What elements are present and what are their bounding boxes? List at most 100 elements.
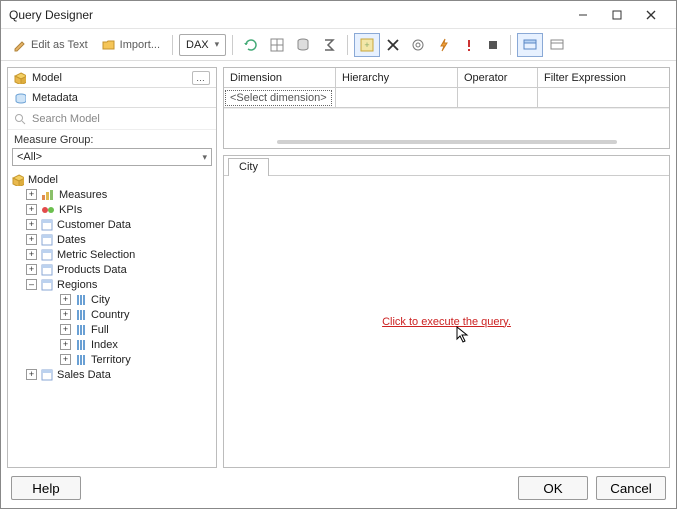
expand-icon[interactable]: + [26, 189, 37, 200]
execute-query-link[interactable]: Click to execute the query. [382, 316, 511, 328]
expand-icon[interactable]: + [26, 219, 37, 230]
tree-node-metric-selection[interactable]: + Metric Selection [8, 247, 216, 262]
filter-grid-row: <Select dimension> [224, 88, 669, 108]
at-icon [410, 37, 426, 53]
expand-icon[interactable]: + [60, 339, 71, 350]
refresh-fields-button[interactable] [239, 33, 263, 57]
tree-label: Country [91, 309, 130, 321]
column-icon [75, 309, 87, 321]
prepare-query-button[interactable] [432, 33, 456, 57]
search-model-input[interactable]: Search Model [8, 108, 216, 130]
measure-group-select[interactable]: <All> ▾ [12, 148, 212, 166]
filter-grid: Dimension Hierarchy Operator Filter Expr… [223, 67, 670, 149]
results-body: Click to execute the query. [224, 176, 669, 467]
tab-model[interactable]: Model … [8, 68, 216, 88]
expand-icon[interactable]: + [60, 354, 71, 365]
query-parameters-button[interactable] [406, 33, 430, 57]
svg-text:+: + [365, 40, 370, 50]
col-dimension[interactable]: Dimension [224, 68, 336, 88]
filter-hierarchy-cell[interactable] [336, 88, 458, 108]
query-designer-window: Query Designer Edit as Text Import... DA… [0, 0, 677, 509]
expand-icon[interactable]: + [26, 249, 37, 260]
maximize-icon [612, 10, 622, 20]
database-icon [295, 37, 311, 53]
delete-button[interactable] [382, 33, 404, 57]
tree-node-country[interactable]: + Country [8, 307, 216, 322]
toggle-empty-cells-button[interactable] [265, 33, 289, 57]
filter-grid-scrollbar[interactable] [224, 136, 669, 148]
tree-label: Measures [59, 189, 107, 201]
table-icon [41, 219, 53, 231]
search-placeholder: Search Model [32, 113, 100, 125]
tree-label: Dates [57, 234, 86, 246]
minimize-button[interactable] [566, 4, 600, 26]
tree-node-index[interactable]: + Index [8, 337, 216, 352]
pencil-icon [13, 38, 27, 52]
cursor-icon [455, 326, 471, 344]
tree-label: City [91, 294, 110, 306]
filter-dimension-cell[interactable]: <Select dimension> [224, 88, 336, 108]
folder-open-icon [102, 38, 116, 52]
tree-node-sales-data[interactable]: + Sales Data [8, 367, 216, 382]
minimize-icon [578, 10, 588, 20]
results-tab-city[interactable]: City [228, 158, 269, 176]
table-icon [41, 264, 53, 276]
cancel-button[interactable]: Cancel [596, 476, 666, 500]
filter-grid-empty [224, 108, 669, 136]
tree-node-territory[interactable]: + Territory [8, 352, 216, 367]
edit-as-text-button[interactable]: Edit as Text [7, 33, 94, 57]
expand-icon[interactable]: + [60, 309, 71, 320]
expand-icon[interactable]: + [60, 324, 71, 335]
table-icon [41, 234, 53, 246]
edit-as-text-label: Edit as Text [31, 39, 88, 51]
tree-node-full[interactable]: + Full [8, 322, 216, 337]
design-mode-button[interactable] [517, 33, 543, 57]
filter-expression-cell[interactable] [538, 88, 669, 108]
add-calculated-member-button[interactable]: + [354, 33, 380, 57]
tree-node-dates[interactable]: + Dates [8, 232, 216, 247]
query-language-select[interactable]: DAX ▾ [179, 34, 226, 56]
maximize-button[interactable] [600, 4, 634, 26]
tree-node-products-data[interactable]: + Products Data [8, 262, 216, 277]
tree-label: Products Data [57, 264, 127, 276]
expand-icon[interactable]: + [26, 204, 37, 215]
expand-icon[interactable]: + [60, 294, 71, 305]
col-hierarchy[interactable]: Hierarchy [336, 68, 458, 88]
col-filter-expression[interactable]: Filter Expression [538, 68, 669, 88]
expand-icon[interactable]: + [26, 369, 37, 380]
tree-label: Territory [91, 354, 131, 366]
delete-icon [386, 38, 400, 52]
filter-operator-cell[interactable] [458, 88, 538, 108]
auto-execute-button[interactable] [291, 33, 315, 57]
tree-node-regions[interactable]: – Regions [8, 277, 216, 292]
query-mode-button[interactable] [545, 33, 569, 57]
tree-node-measures[interactable]: + Measures [8, 187, 216, 202]
tree-node-customer-data[interactable]: + Customer Data [8, 217, 216, 232]
measure-group-label: Measure Group: [8, 130, 216, 148]
help-button[interactable]: Help [11, 476, 81, 500]
expand-icon[interactable]: + [26, 264, 37, 275]
window-title: Query Designer [9, 8, 566, 22]
tree-label: Index [91, 339, 118, 351]
cube-icon [14, 72, 26, 84]
import-button[interactable]: Import... [96, 33, 166, 57]
results-panel: City Click to execute the query. [223, 155, 670, 468]
cancel-query-button[interactable] [482, 33, 504, 57]
body: Model … Metadata Search Model Measure Gr… [1, 61, 676, 468]
design-mode-icon [522, 37, 538, 53]
show-aggregations-button[interactable] [317, 33, 341, 57]
ok-button[interactable]: OK [518, 476, 588, 500]
tree-node-model[interactable]: Model [8, 172, 216, 187]
close-button[interactable] [634, 4, 668, 26]
expand-icon[interactable]: + [26, 234, 37, 245]
collapse-icon[interactable]: – [26, 279, 37, 290]
tree-node-city[interactable]: + City [8, 292, 216, 307]
tab-metadata[interactable]: Metadata [8, 88, 216, 108]
tree-node-kpis[interactable]: + KPIs [8, 202, 216, 217]
table-icon [41, 279, 53, 291]
col-operator[interactable]: Operator [458, 68, 538, 88]
model-browse-button[interactable]: … [192, 71, 210, 85]
measures-icon [41, 189, 55, 201]
run-query-button[interactable] [458, 33, 480, 57]
filter-grid-header: Dimension Hierarchy Operator Filter Expr… [224, 68, 669, 88]
